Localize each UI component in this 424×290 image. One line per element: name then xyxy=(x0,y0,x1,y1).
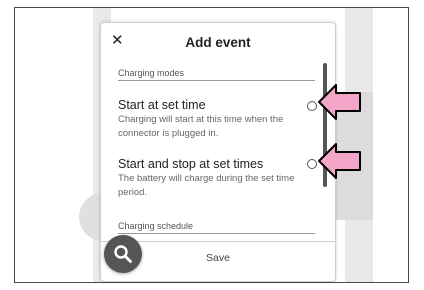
arrow-pointer-icon xyxy=(318,143,361,179)
section-label-charging-schedule: Charging schedule xyxy=(118,221,315,234)
search-button[interactable] xyxy=(104,235,142,273)
arrow-pointer-icon xyxy=(318,84,361,120)
radio-button-start-and-stop[interactable] xyxy=(307,159,317,169)
option-description: The battery will charge during the set t… xyxy=(118,173,295,198)
option-description: Charging will start at this time when th… xyxy=(118,114,284,139)
option-title: Start and stop at set times xyxy=(118,157,264,171)
option-title: Start at set time xyxy=(118,98,206,112)
section-label-charging-modes: Charging modes xyxy=(118,68,315,81)
radio-button-start-at-set-time[interactable] xyxy=(307,101,317,111)
dialog-title: Add event xyxy=(185,35,251,50)
search-icon xyxy=(114,245,132,263)
